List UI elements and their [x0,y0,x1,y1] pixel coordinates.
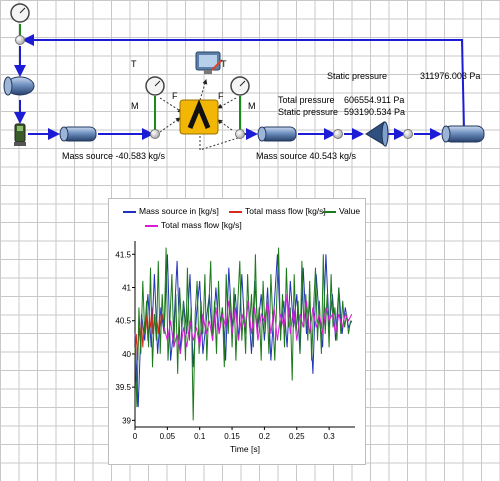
pipe-icon[interactable] [3,76,35,96]
y-tick-label: 39 [122,416,131,425]
static-pressure-label: Static pressure [278,107,339,117]
m-label-left: M [131,101,139,111]
total-pressure-value: 606554.911 Pa [344,95,405,105]
x-tick-label: 0.05 [160,432,176,441]
pipe-icon[interactable] [441,125,485,143]
pressure-gauge-right[interactable] [230,76,250,96]
flow-diagram: T M F T M F Static pressure 311976.003 P… [0,0,500,200]
mass-source-label-1: Mass source -40.583 kg/s [62,151,166,161]
t-label-left: T [131,59,137,69]
static-pressure-value-2: 593190.534 Pa [344,107,406,117]
f-label-left: F [172,91,178,101]
junction-node[interactable] [150,129,160,139]
total-pressure-label: Total pressure [278,95,335,105]
x-tick-label: 0.3 [324,432,336,441]
pipe-icon[interactable] [257,126,297,142]
pressure-gauge-left[interactable] [145,76,165,96]
y-tick-label: 39.5 [115,383,131,392]
junction-node[interactable] [235,129,245,139]
y-tick-label: 41.5 [115,250,131,259]
static-pressure-value: 311976.003 Pa [420,71,481,81]
x-axis-label: Time [s] [230,444,260,454]
junction-node[interactable] [333,129,343,139]
x-tick-label: 0.2 [259,432,271,441]
y-tick-label: 40 [122,350,131,359]
junction-node[interactable] [15,35,25,45]
pressure-gauge-top-left[interactable] [10,3,30,23]
series-line-3 [134,247,351,421]
y-tick-label: 41 [122,284,131,293]
m-label-right: M [248,101,256,111]
t-label-right: T [221,59,227,69]
mass-source-label-2: Mass source 40.543 kg/s [256,151,357,161]
chart-panel: Mass source in [kg/s] Total mass flow [k… [108,198,366,465]
chart-plot: 0 0.05 0.1 0.15 0.2 0.25 0.3 39 39.5 40 40.5 41 41.5… [115,241,355,454]
x-tick-label: 0.1 [194,432,206,441]
static-pressure-title: Static pressure [327,71,388,81]
flow-network-canvas [3,3,485,151]
monitor-icon[interactable] [195,51,223,74]
pipe-icon[interactable] [59,126,97,142]
f-label-right: F [218,91,224,101]
diffuser-icon[interactable] [365,121,389,147]
mass-source-icon[interactable] [14,123,26,146]
x-tick-label: 0 [133,432,138,441]
x-tick-label: 0.25 [289,432,305,441]
junction-node[interactable] [403,129,413,139]
controller-block-icon[interactable] [179,99,219,135]
x-tick-label: 0.15 [224,432,240,441]
y-tick-label: 40.5 [115,317,131,326]
